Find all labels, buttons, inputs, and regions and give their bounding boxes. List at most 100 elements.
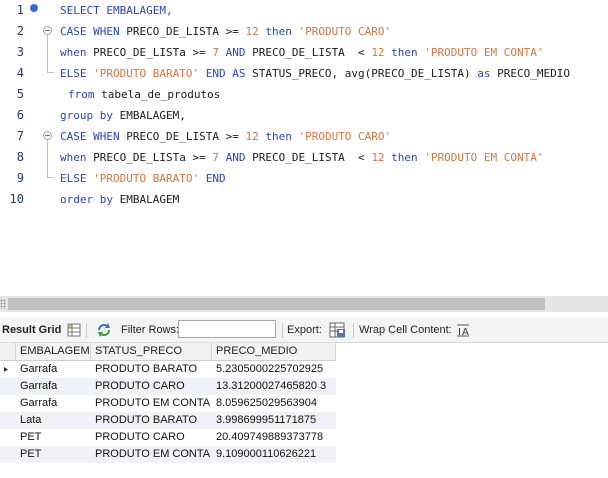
table-cell[interactable]: Garrafa: [16, 361, 91, 378]
table-cell[interactable]: PRODUTO CARO: [91, 378, 212, 395]
code-text: CASE WHEN PRECO_DE_LISTA >= 12 then 'PRO…: [60, 126, 391, 147]
code-line[interactable]: 6 group by EMBALAGEM,: [0, 105, 608, 126]
table-row[interactable]: PET PRODUTO CARO 20.409749889373778: [0, 429, 336, 446]
code-line[interactable]: 9 ELSE 'PRODUTO BARATO' END: [0, 168, 608, 189]
identifier-token: PRECO_DE_LISTa >=: [86, 46, 213, 59]
keyword-token: ELSE: [60, 172, 94, 185]
fold-guide: [47, 147, 48, 168]
result-toolbar: Result Grid Filter Rows: Export: Wrap Ce…: [0, 318, 608, 343]
keyword-token: then: [258, 130, 299, 143]
code-text: group by EMBALAGEM,: [60, 105, 186, 126]
table-row[interactable]: Garrafa PRODUTO EM CONTA 8.059625029563904: [0, 395, 336, 412]
refresh-icon[interactable]: [96, 322, 112, 341]
code-text: SELECT EMBALAGEM,: [60, 0, 173, 21]
table-cell[interactable]: 9.109000110626221: [212, 446, 336, 463]
grid-corner[interactable]: [0, 343, 16, 360]
identifier-token: PRECO_DE_LISTa >=: [86, 151, 213, 164]
current-row-arrow-icon: [4, 367, 8, 372]
filter-rows-input[interactable]: [178, 320, 276, 338]
fold-toggle-icon[interactable]: [43, 26, 52, 35]
result-grid-tab[interactable]: Result Grid: [2, 318, 61, 342]
table-cell[interactable]: 5.2305000225702925: [212, 361, 336, 378]
table-cell[interactable]: PRODUTO EM CONTA: [91, 395, 212, 412]
code-line[interactable]: 1 SELECT EMBALAGEM,: [0, 0, 608, 21]
keyword-token: group by: [60, 109, 113, 122]
wrap-text-icon[interactable]: IA: [456, 323, 470, 340]
line-number: 7: [16, 129, 24, 143]
row-selector[interactable]: [0, 446, 14, 463]
column-header[interactable]: STATUS_PRECO: [91, 343, 212, 360]
line-number: 3: [16, 45, 24, 59]
keyword-token: then: [384, 46, 425, 59]
table-row[interactable]: PET PRODUTO EM CONTA 9.109000110626221: [0, 446, 336, 463]
fold-guide: [47, 42, 48, 63]
keyword-token: when: [60, 151, 87, 164]
horizontal-scrollbar[interactable]: [0, 296, 608, 312]
row-selector[interactable]: [0, 429, 14, 446]
toolbar-separator: [353, 323, 354, 338]
column-header[interactable]: PRECO_MEDIO: [212, 343, 336, 360]
toolbar-separator: [86, 323, 87, 338]
table-cell[interactable]: 3.998699951171875: [212, 412, 336, 429]
sql-editor[interactable]: 1 SELECT EMBALAGEM, 2 CASE WHEN PRECO_DE_LI…: [0, 0, 608, 290]
table-cell[interactable]: PRODUTO BARATO: [91, 412, 212, 429]
table-cell[interactable]: 8.059625029563904: [212, 395, 336, 412]
keyword-token: AND: [218, 46, 253, 59]
identifier-token: EMBALAGEM: [112, 193, 180, 206]
table-cell[interactable]: 13.31200027465820 3: [212, 378, 336, 395]
table-cell[interactable]: Lata: [16, 412, 91, 429]
string-token: 'PRODUTO CARO': [298, 25, 392, 38]
row-selector[interactable]: [0, 361, 14, 378]
keyword-token: then: [258, 25, 299, 38]
row-selector[interactable]: [0, 395, 14, 412]
grid-view-icon[interactable]: [67, 323, 81, 340]
keyword-token: END: [199, 172, 226, 185]
scrollbar-grip-icon: [0, 299, 6, 309]
code-line[interactable]: 10 order by EMBALAGEM: [0, 189, 608, 210]
table-cell[interactable]: PET: [16, 446, 91, 463]
code-line[interactable]: 2 CASE WHEN PRECO_DE_LISTA >= 12 then 'PR…: [0, 21, 608, 42]
string-token: 'PRODUTO BARATO': [93, 172, 200, 185]
table-row[interactable]: Lata PRODUTO BARATO 3.998699951171875: [0, 412, 336, 429]
identifier-token: STATUS_PRECO, avg(PRECO_DE_LISTA): [252, 67, 478, 80]
code-line[interactable]: 7 CASE WHEN PRECO_DE_LISTA >= 12 then 'PR…: [0, 126, 608, 147]
identifier-token: PRECO_DE_LISTA <: [252, 151, 372, 164]
code-line[interactable]: 5 from tabela_de_produtos: [0, 84, 608, 105]
string-token: 'PRODUTO EM CONTA': [424, 46, 544, 59]
line-number: 9: [16, 171, 24, 185]
code-line[interactable]: 4 ELSE 'PRODUTO BARATO' END AS STATUS_PRE…: [0, 63, 608, 84]
export-label: Export:: [287, 324, 322, 336]
string-token: 'PRODUTO BARATO': [93, 67, 200, 80]
table-cell[interactable]: PET: [16, 429, 91, 446]
column-header[interactable]: EMBALAGEM: [16, 343, 91, 360]
code-text: ELSE 'PRODUTO BARATO' END AS STATUS_PREC…: [60, 63, 570, 84]
export-icon[interactable]: [329, 322, 346, 341]
row-selector[interactable]: [0, 412, 14, 429]
table-cell[interactable]: Garrafa: [16, 378, 91, 395]
code-line[interactable]: 8 when PRECO_DE_LISTa >= 7 AND PRECO_DE_L…: [0, 147, 608, 168]
fold-toggle-icon[interactable]: [43, 131, 52, 140]
code-line[interactable]: 3 when PRECO_DE_LISTa >= 7 AND PRECO_DE_L…: [0, 42, 608, 63]
scrollbar-thumb[interactable]: [8, 298, 545, 310]
string-token: 'PRODUTO EM CONTA': [424, 151, 544, 164]
table-row[interactable]: Garrafa PRODUTO CARO 13.31200027465820 3: [0, 378, 336, 395]
table-row[interactable]: Garrafa PRODUTO BARATO 5.2305000225702925: [0, 361, 336, 378]
table-cell[interactable]: PRODUTO EM CONTA: [91, 446, 212, 463]
current-statement-marker-icon: [30, 4, 38, 12]
row-selector[interactable]: [0, 378, 14, 395]
number-token: 12: [245, 25, 259, 38]
line-number: 6: [16, 108, 24, 122]
number-token: 12: [371, 151, 385, 164]
fold-end-guide: [47, 63, 54, 73]
table-cell[interactable]: PRODUTO BARATO: [91, 361, 212, 378]
number-token: 12: [371, 46, 385, 59]
table-cell[interactable]: Garrafa: [16, 395, 91, 412]
keyword-token: order by: [60, 193, 113, 206]
fold-end-guide: [47, 168, 54, 178]
table-cell[interactable]: PRODUTO CARO: [91, 429, 212, 446]
code-text: when PRECO_DE_LISTa >= 7 AND PRECO_DE_LI…: [60, 147, 544, 168]
code-text: order by EMBALAGEM: [60, 189, 179, 210]
table-cell[interactable]: 20.409749889373778: [212, 429, 336, 446]
code-text: ELSE 'PRODUTO BARATO' END: [60, 168, 226, 189]
keyword-token: when: [60, 46, 87, 59]
